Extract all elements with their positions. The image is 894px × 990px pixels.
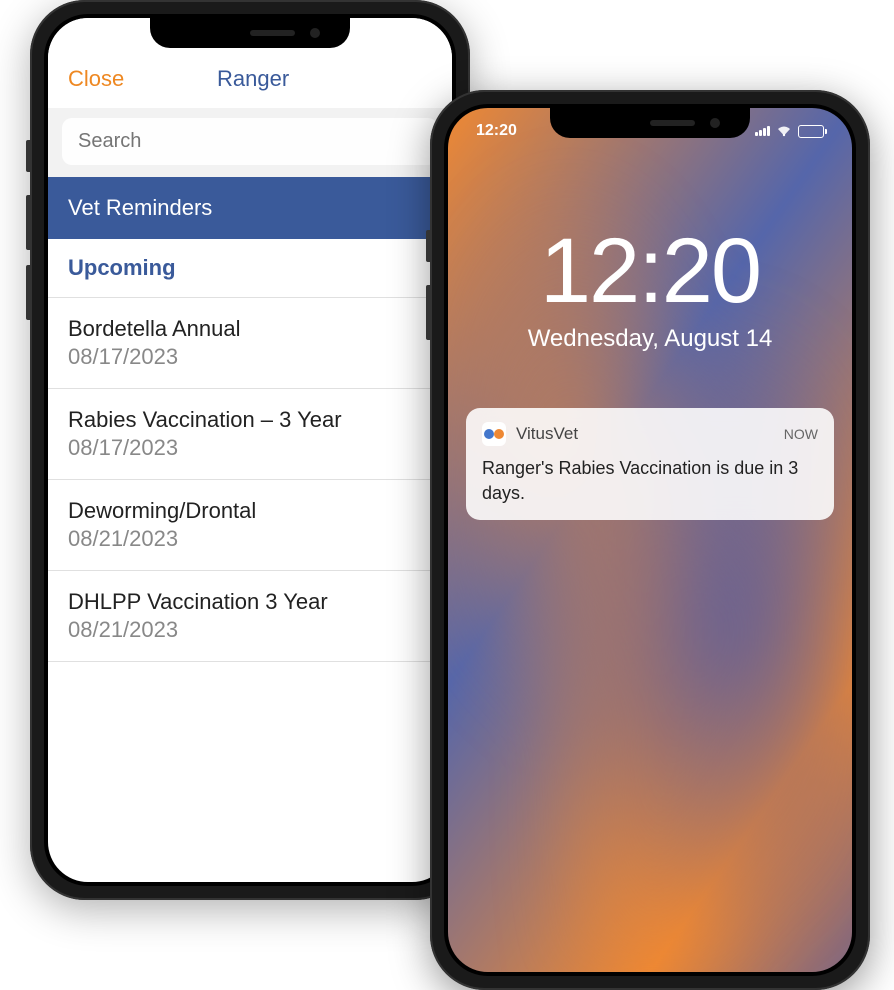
status-icons — [755, 125, 824, 138]
lock-screen-date: Wednesday, August 14 — [448, 325, 852, 353]
mute-switch — [26, 140, 30, 172]
app-screen: Close Ranger Vet Reminders Upcoming Bord… — [48, 18, 452, 882]
reminder-title: Bordetella Annual — [68, 316, 432, 342]
notification-header: VitusVet NOW — [482, 422, 818, 446]
battery-icon — [798, 125, 824, 138]
reminder-item[interactable]: DHLPP Vaccination 3 Year 08/21/2023 — [48, 571, 452, 662]
reminder-item[interactable]: Rabies Vaccination – 3 Year 08/17/2023 — [48, 389, 452, 480]
mute-switch — [426, 230, 430, 262]
phone-device-right: 12:20 — [430, 90, 870, 990]
status-time: 12:20 — [476, 122, 517, 140]
reminder-item[interactable]: Deworming/Drontal 08/21/2023 — [48, 480, 452, 571]
lock-screen-clock-area: 12:20 Wednesday, August 14 — [448, 140, 852, 353]
section-header-vet-reminders: Vet Reminders — [48, 177, 452, 239]
volume-up-button — [26, 195, 30, 250]
reminder-item[interactable]: Bordetella Annual 08/17/2023 — [48, 298, 452, 389]
volume-down-button — [26, 265, 30, 320]
search-input[interactable] — [62, 118, 438, 165]
reminder-date: 08/21/2023 — [68, 526, 432, 552]
reminder-title: DHLPP Vaccination 3 Year — [68, 589, 432, 615]
device-notch — [550, 108, 750, 138]
device-notch — [150, 18, 350, 48]
reminder-title: Deworming/Drontal — [68, 498, 432, 524]
notification-body: Ranger's Rabies Vaccination is due in 3 … — [482, 456, 818, 506]
reminder-date: 08/21/2023 — [68, 617, 432, 643]
cellular-signal-icon — [755, 126, 770, 136]
page-title: Ranger — [74, 66, 432, 92]
notification-app-name: VitusVet — [516, 424, 774, 444]
subsection-upcoming: Upcoming — [48, 239, 452, 298]
lock-screen[interactable]: 12:20 — [448, 108, 852, 972]
app-icon — [482, 422, 506, 446]
reminder-title: Rabies Vaccination – 3 Year — [68, 407, 432, 433]
notification-time: NOW — [784, 426, 818, 442]
notification-card[interactable]: VitusVet NOW Ranger's Rabies Vaccination… — [466, 408, 834, 520]
search-bar-area — [48, 108, 452, 177]
lock-screen-time: 12:20 — [448, 225, 852, 317]
reminder-date: 08/17/2023 — [68, 435, 432, 461]
phone-device-left: Close Ranger Vet Reminders Upcoming Bord… — [30, 0, 470, 900]
reminder-date: 08/17/2023 — [68, 344, 432, 370]
wifi-icon — [776, 125, 792, 137]
volume-up-button — [426, 285, 430, 340]
